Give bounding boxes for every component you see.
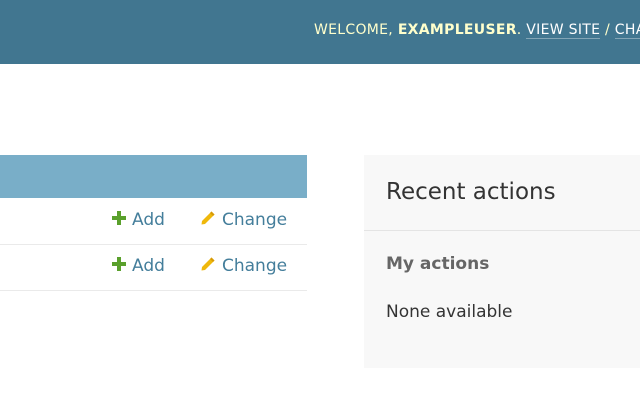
- welcome-suffix: .: [516, 22, 527, 38]
- change-label: Change: [222, 256, 288, 276]
- username: EXAMPLEUSER: [397, 22, 517, 38]
- model-row: Add Change: [0, 198, 307, 245]
- pencil-icon: [201, 211, 215, 225]
- change-password-link[interactable]: CHA: [614, 22, 640, 39]
- add-link[interactable]: Add: [112, 210, 165, 230]
- change-link[interactable]: Change: [200, 210, 287, 230]
- empty-message: None available: [386, 302, 513, 322]
- recent-actions-title: Recent actions: [386, 179, 556, 205]
- divider: [364, 230, 640, 231]
- add-label: Add: [132, 210, 165, 230]
- pencil-icon: [201, 257, 215, 271]
- header: WELCOME, EXAMPLEUSER. VIEW SITE / CHA: [0, 0, 640, 64]
- my-actions-heading: My actions: [386, 254, 490, 274]
- plus-icon: [112, 211, 126, 225]
- add-label: Add: [132, 256, 165, 276]
- model-row: Add Change: [0, 244, 307, 291]
- welcome-prefix: WELCOME,: [314, 22, 398, 38]
- user-tools: WELCOME, EXAMPLEUSER. VIEW SITE / CHA: [314, 22, 640, 39]
- plus-icon: [112, 257, 126, 271]
- recent-actions-module: Recent actions My actions None available: [364, 155, 640, 368]
- change-link[interactable]: Change: [200, 256, 287, 276]
- view-site-link[interactable]: VIEW SITE: [526, 22, 601, 39]
- module-caption: [0, 155, 307, 198]
- add-link[interactable]: Add: [112, 256, 165, 276]
- change-label: Change: [222, 210, 288, 230]
- user-tools-separator: /: [600, 22, 615, 38]
